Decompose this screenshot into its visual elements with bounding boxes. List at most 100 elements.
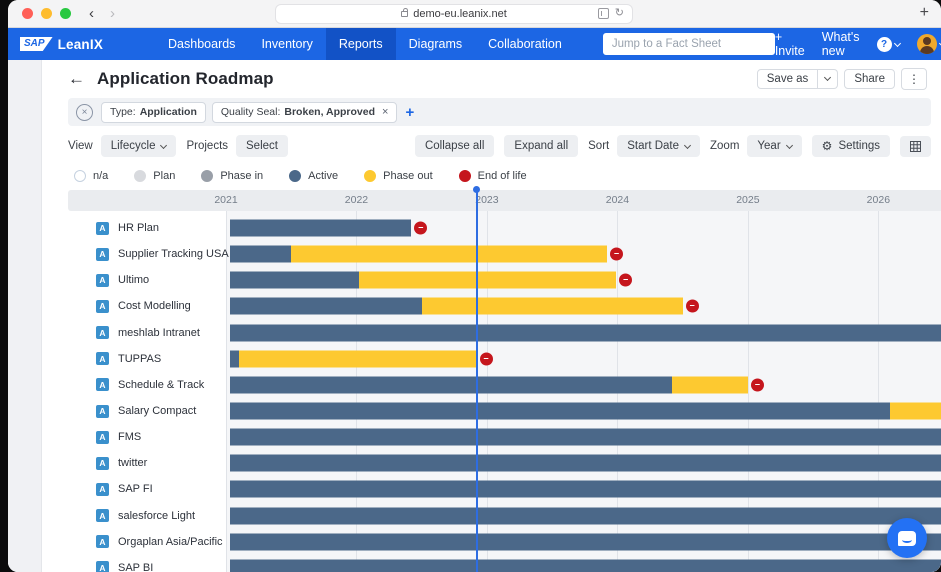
end-of-life-icon[interactable]: − [414,221,428,235]
phase-segment-active[interactable] [229,376,673,394]
phase-segment-phaseOut[interactable] [359,271,617,289]
legend-item-n-a[interactable]: n/a [74,170,108,182]
timeline-year-axis: 2021 2022 2023 2024 2025 2026 [68,190,941,211]
remove-filter-icon[interactable]: × [382,106,388,118]
phase-segment-active[interactable] [229,350,240,368]
fact-sheet-label[interactable]: Asalesforce Light [42,502,226,529]
legend-dot [74,170,86,182]
phase-segment-active[interactable] [229,297,422,315]
fact-sheet-label[interactable]: A TUPPAS [42,345,226,372]
end-of-life-icon[interactable]: − [750,378,764,392]
legend-label: Active [308,170,339,182]
maximize-window-button[interactable] [60,8,71,19]
legend-item-end-of-life[interactable]: End of life [458,170,527,182]
phase-segment-active[interactable] [229,428,941,446]
gear-icon: ⚙ [821,139,833,153]
zoom-select[interactable]: Year [747,135,802,157]
save-as-button[interactable]: Save as [756,68,819,89]
end-of-life-icon[interactable]: − [609,247,623,261]
phase-segment-active[interactable] [229,559,941,572]
back-button[interactable]: ← [68,69,85,89]
phase-segment-phaseOut[interactable] [239,350,477,368]
nav-item-inventory[interactable]: Inventory [248,28,325,60]
address-bar[interactable]: demo-eu.leanix.net ↻ [275,4,633,24]
browser-back-icon[interactable]: ‹ [89,6,94,21]
filter-chip-0[interactable]: Type: Application [101,101,206,123]
filter-chip-1[interactable]: Quality Seal: Broken, Approved × [211,101,398,123]
fact-sheet-label[interactable]: A Ultimo [42,267,226,294]
sort-select[interactable]: Start Date [617,135,701,157]
fact-sheet-label[interactable]: A Cost Modelling [42,293,226,320]
reload-icon[interactable]: ↻ [615,8,624,19]
collapse-all-button[interactable]: Collapse all [414,135,495,157]
fact-sheet-label[interactable]: A Salary Compact [42,397,226,425]
legend-dot [289,170,302,182]
settings-button[interactable]: ⚙ Settings [811,135,890,157]
phase-segment-active[interactable] [229,533,941,551]
close-window-button[interactable] [22,8,33,19]
fact-sheet-label[interactable]: A Schedule & Track [42,371,226,398]
fact-sheet-label[interactable]: A Orgaplan Asia/Pacific [42,528,226,555]
legend-item-phase-in[interactable]: Phase in [201,170,263,182]
fact-sheet-label[interactable]: Ameshlab Intranet [42,319,226,346]
end-of-life-icon[interactable]: − [619,273,633,287]
nav-item-diagrams[interactable]: Diagrams [396,28,476,60]
end-of-life-icon[interactable]: − [479,352,493,366]
brand-logo[interactable]: SAP LeanIX [20,37,103,52]
legend-label: Phase out [383,170,433,182]
view-select[interactable]: Lifecycle [100,135,177,157]
phase-segment-active[interactable] [229,402,891,420]
phase-segment-phaseOut[interactable] [672,376,748,394]
chip-prefix: Type: [110,106,136,118]
end-of-life-icon[interactable]: − [685,299,699,313]
translate-icon[interactable] [597,8,609,19]
expand-all-button[interactable]: Expand all [504,135,579,157]
help-menu[interactable]: ? [876,36,901,52]
phase-segment-active[interactable] [229,507,941,525]
nav-item-reports[interactable]: Reports [325,28,396,60]
legend-item-phase-out[interactable]: Phase out [364,170,433,182]
projects-select-button[interactable]: Select [236,135,288,157]
phase-segment-phaseOut[interactable] [421,297,683,315]
phase-segment-active[interactable] [229,271,360,289]
minimize-window-button[interactable] [41,8,52,19]
phase-segment-active[interactable] [229,219,412,237]
save-as-dropdown-button[interactable] [818,68,839,89]
nav-item-dashboards[interactable]: Dashboards [155,28,248,60]
more-options-button[interactable]: ⋮ [901,67,927,90]
fact-sheet-label[interactable]: A Supplier Tracking USA [42,241,229,268]
add-filter-button[interactable]: + [405,104,414,121]
fact-sheet-label[interactable]: Atwitter [42,450,226,477]
nav-item-collaboration[interactable]: Collaboration [475,28,575,60]
phase-segment-phaseOut[interactable] [291,245,607,263]
phase-segment-active[interactable] [229,480,941,498]
new-tab-button[interactable]: + [920,4,929,22]
browser-forward-icon[interactable]: › [110,6,115,21]
legend-label: n/a [93,170,109,182]
fact-sheet-label[interactable]: A FMS [42,424,226,451]
fact-sheet-label[interactable]: A SAP FI [42,476,226,503]
application-badge-icon: A [96,352,109,366]
fact-sheet-search-input[interactable] [602,33,775,55]
fact-sheet-label[interactable]: A HR Plan [42,215,226,242]
fact-sheet-name: SAP FI [118,483,153,496]
share-button[interactable]: Share [844,68,895,89]
user-menu[interactable] [916,34,941,54]
roadmap-row: A FMS [42,424,941,451]
window-controls [22,8,71,19]
phase-segment-active[interactable] [229,454,941,472]
legend-item-active[interactable]: Active [289,170,338,182]
invite-button[interactable]: + Invite [775,30,805,58]
chat-button[interactable] [887,518,927,558]
phase-segment-active[interactable] [229,324,941,342]
reset-filters-button[interactable]: × [76,103,93,121]
whats-new-button[interactable]: What's new [822,30,860,58]
phase-segment-active[interactable] [229,245,292,263]
legend-item-plan[interactable]: Plan [134,170,175,182]
row-timeline: − [226,293,941,319]
row-timeline [226,320,941,346]
table-view-button[interactable] [900,135,931,157]
roadmap-row: Ameshlab Intranet [42,319,941,346]
phase-segment-phaseOut[interactable] [890,402,941,420]
fact-sheet-label[interactable]: A SAP BI [42,554,226,572]
